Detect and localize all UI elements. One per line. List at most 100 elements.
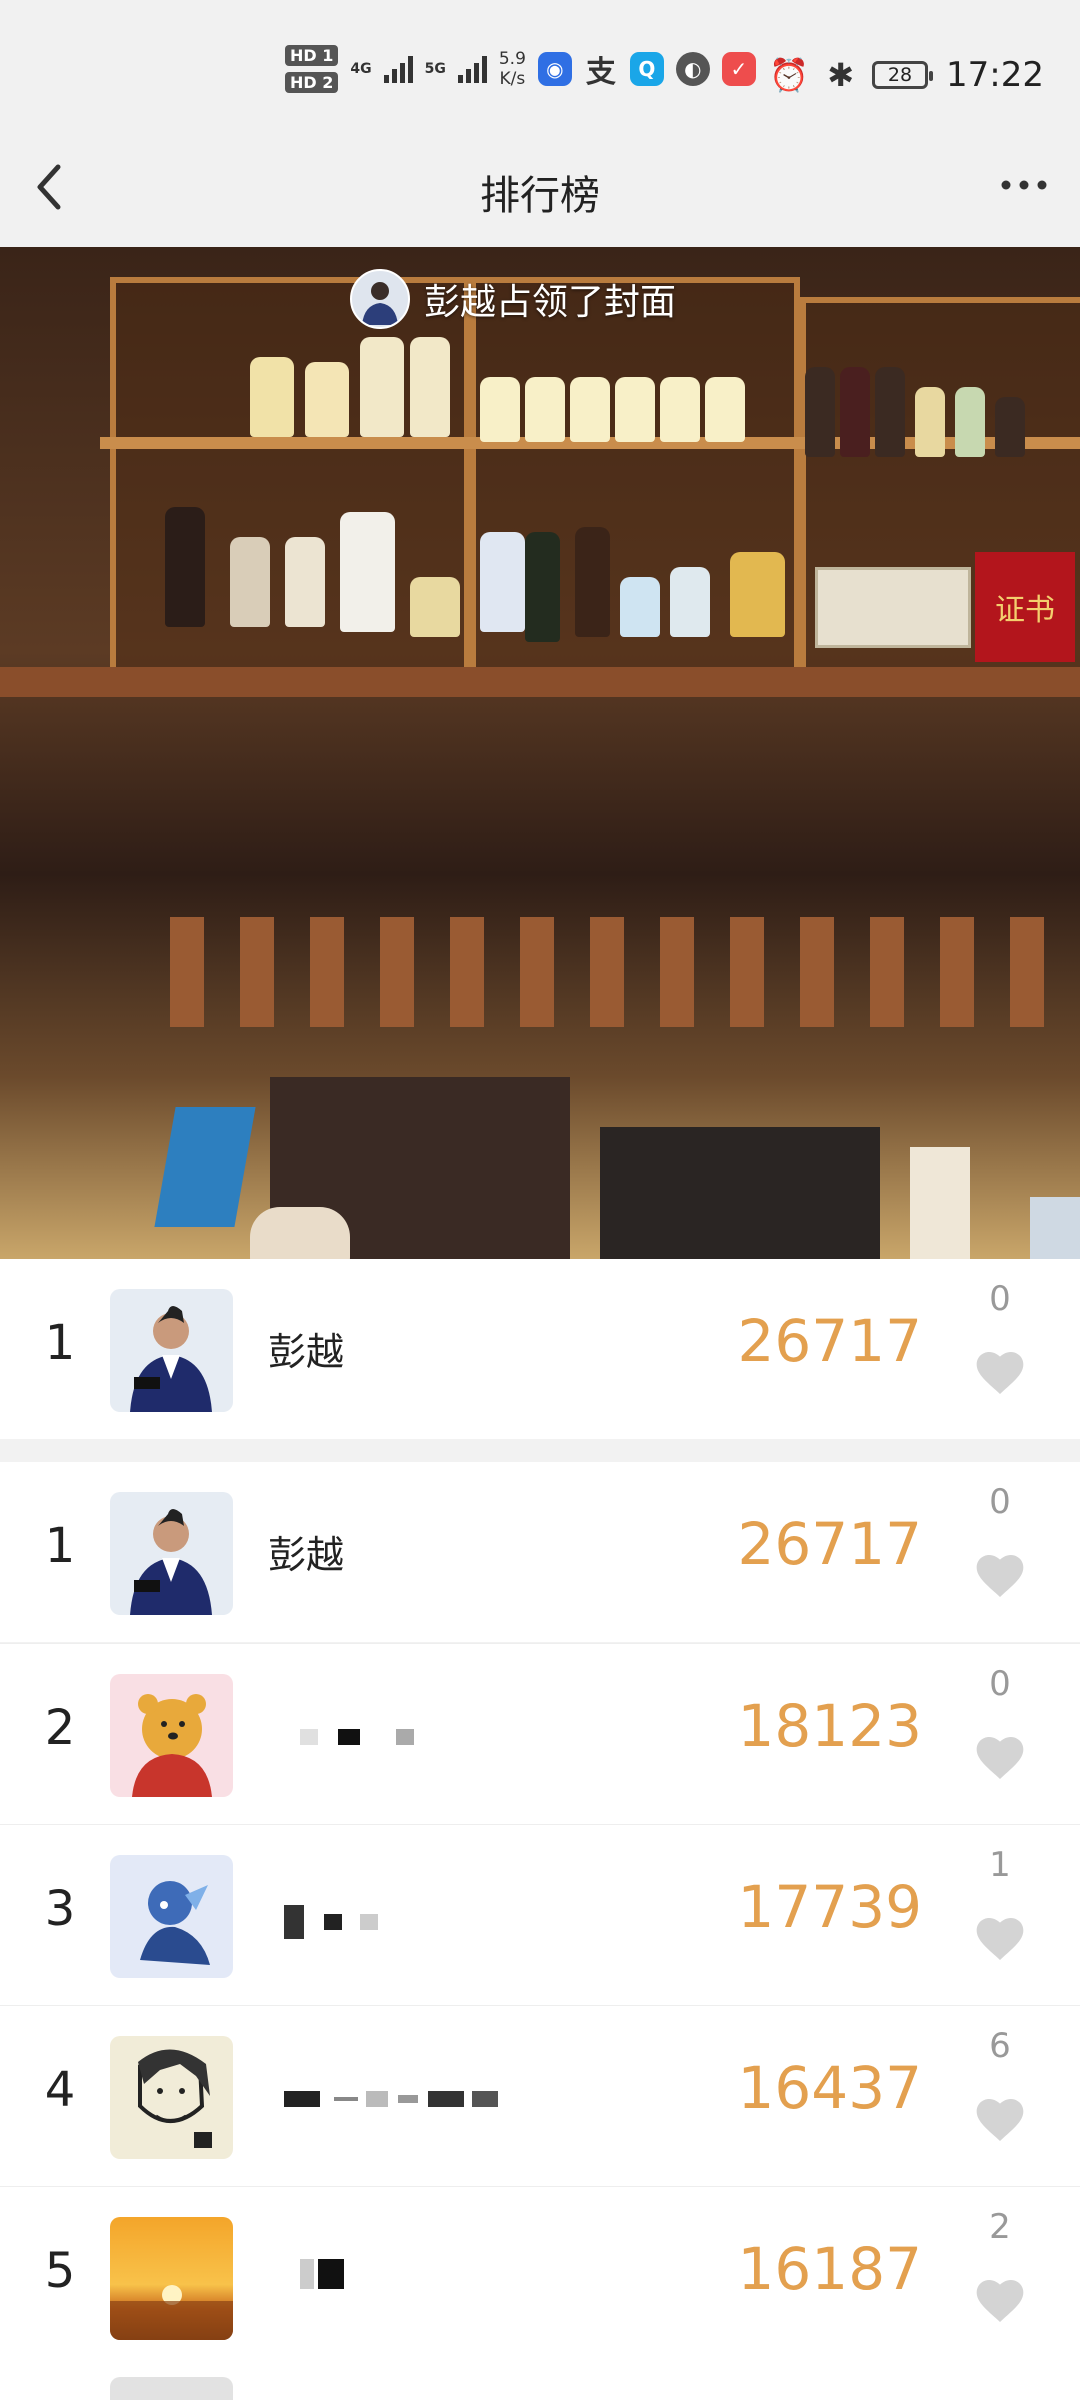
cover-owner-avatar: [350, 269, 410, 329]
blurred-name: [284, 1905, 378, 1939]
search-app-icon: Q: [629, 52, 664, 86]
bottle: [525, 377, 565, 442]
leaderboard-row[interactable]: 4 16437 6: [0, 2006, 1080, 2186]
avatar[interactable]: [110, 2036, 233, 2159]
sim-2-label: HD 2: [285, 72, 339, 93]
lucky-cat: [250, 1207, 350, 1259]
rank-number: 4: [44, 2062, 76, 2118]
blurred-name: [300, 1726, 414, 1745]
status-bar-right: ⏰ ✱ 28 17:22: [769, 55, 1044, 95]
like-count: 0: [989, 1482, 1011, 1522]
bottle: [340, 512, 395, 632]
lightbulb-app-icon: ◉: [537, 52, 572, 86]
player-score: 18123: [737, 1692, 922, 1760]
wood-plank: [730, 917, 764, 1027]
bottle: [305, 362, 349, 437]
bottle: [570, 377, 610, 442]
bottle: [730, 552, 785, 637]
certificate-frame: [815, 567, 971, 648]
heart-icon[interactable]: [972, 1911, 1028, 1967]
my-rank-row[interactable]: 1 彭越 26717 0: [0, 1259, 1080, 1439]
avatar[interactable]: [110, 2217, 233, 2340]
network-speed: 5.9 K/s: [499, 49, 526, 89]
wood-plank: [660, 917, 694, 1027]
rank-number: 1: [44, 1518, 76, 1574]
like-count: 2: [989, 2207, 1011, 2247]
network-4g-label: 4G: [350, 61, 372, 77]
cover-banner: 彭越占领了封面: [350, 269, 676, 329]
wood-plank: [310, 917, 344, 1027]
device: [1030, 1197, 1080, 1259]
bottle: [955, 387, 985, 457]
heart-icon[interactable]: [972, 1548, 1028, 1604]
bottle: [480, 532, 525, 632]
blurred-name: [284, 2088, 498, 2107]
cover-banner-text: 彭越占领了封面: [424, 282, 677, 323]
wood-plank: [940, 917, 974, 1027]
blurred-name: [300, 2259, 344, 2289]
more-options-button[interactable]: [996, 157, 1052, 224]
bluetooth-icon: ✱: [827, 56, 855, 94]
leaderboard-row[interactable]: 1 彭越 26717 0: [0, 1462, 1080, 1642]
bottle: [840, 367, 870, 457]
wood-plank: [240, 917, 274, 1027]
heart-icon[interactable]: [972, 1730, 1028, 1786]
navigation-bar: 排行榜: [0, 135, 1080, 247]
heart-app-icon: ✓: [721, 52, 756, 86]
next-avatar-peek: [110, 2377, 233, 2400]
player-name: 彭越: [268, 1330, 345, 1374]
heart-icon[interactable]: [972, 2273, 1028, 2329]
status-bar: HD 1 HD 2 4G 5G 5.9 K/s ◉ 支 Q ◐ ✓ ⏰ ✱ 28…: [0, 0, 1080, 135]
avatar[interactable]: [110, 1855, 233, 1978]
bottle: [660, 377, 700, 442]
bottle: [620, 577, 660, 637]
glass-rack: [600, 1127, 880, 1259]
leaderboard-row[interactable]: 3 17739 1: [0, 1825, 1080, 2005]
cover-image[interactable]: 证书 彭越占领了封面: [0, 247, 1080, 1259]
avatar[interactable]: [110, 1289, 233, 1412]
rank-number: 2: [44, 1700, 76, 1756]
bottle: [875, 367, 905, 457]
player-score: 26717: [737, 1510, 922, 1578]
bottle: [360, 337, 404, 437]
bottle: [165, 507, 205, 627]
bottle: [410, 577, 460, 637]
more-dots-icon: [1001, 180, 1047, 190]
like-count: 0: [989, 1664, 1011, 1704]
bottle: [410, 337, 450, 437]
heart-icon[interactable]: [972, 1345, 1028, 1401]
avatar[interactable]: [110, 1492, 233, 1615]
bottle: [670, 567, 710, 637]
player-score: 16187: [737, 2235, 922, 2303]
wood-plank: [380, 917, 414, 1027]
bottle: [230, 537, 270, 627]
alarm-icon: ⏰: [769, 56, 810, 94]
bottle: [995, 397, 1025, 457]
leaderboard-row[interactable]: 5 16187 2: [0, 2187, 1080, 2400]
heart-icon[interactable]: [972, 2092, 1028, 2148]
player-score: 26717: [737, 1307, 922, 1375]
leaderboard-row[interactable]: 2 18123 0: [0, 1644, 1080, 1824]
bottle: [705, 377, 745, 442]
avatar[interactable]: [110, 1674, 233, 1797]
status-bar-left: HD 1 HD 2 4G 5G 5.9 K/s ◉ 支 Q ◐ ✓: [285, 45, 756, 93]
page-title: 排行榜: [480, 173, 600, 219]
wood-plank: [1010, 917, 1044, 1027]
battery-level: 28: [887, 64, 913, 86]
bottle: [250, 357, 294, 437]
rank-number: 1: [44, 1315, 76, 1371]
signal-bars-icon: [383, 55, 413, 83]
player-score: 16437: [737, 2054, 922, 2122]
wood-plank: [590, 917, 624, 1027]
bottle: [285, 537, 325, 627]
rank-number: 3: [44, 1881, 76, 1937]
network-5g-label: 5G: [424, 61, 446, 77]
wood-plank: [170, 917, 204, 1027]
wood-plank: [520, 917, 554, 1027]
alipay-icon: 支: [585, 55, 616, 90]
bottle: [805, 367, 835, 457]
clock-time: 17:22: [946, 55, 1044, 95]
compass-app-icon: ◐: [675, 52, 710, 86]
battery-icon: 28: [872, 61, 934, 89]
sake-bottle: [910, 1147, 970, 1259]
